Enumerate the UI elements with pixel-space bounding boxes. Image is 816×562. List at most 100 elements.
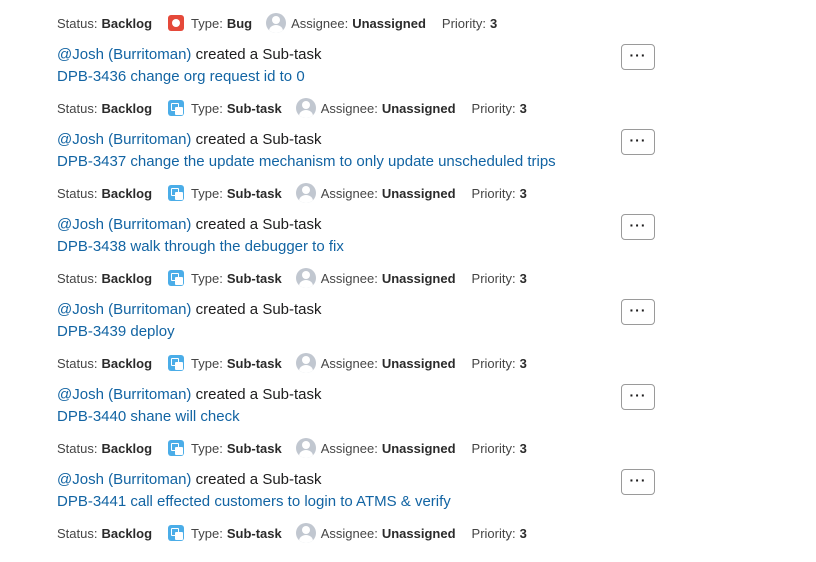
issue-link[interactable]: DPB-3439 deploy [57,321,175,343]
activity-header: @Josh (Burritoman) created a Sub-task [57,299,322,321]
issue-link[interactable]: DPB-3441 call effected customers to logi… [57,491,451,513]
assignee-label: Assignee: [320,440,378,456]
activity-header: @Josh (Burritoman) created a Sub-task [57,129,322,151]
priority-label: Priority: [471,525,516,541]
type-field: Type: Sub-task [168,525,282,541]
issue-meta-row: Status: Backlog Type: Sub-task Assignee:… [57,98,527,118]
activity-text: created a Sub-task [195,216,322,233]
activity-header: @Josh (Burritoman) created a Sub-task [57,44,322,66]
avatar-icon [295,183,316,203]
more-actions-button[interactable]: ··· [621,384,655,410]
user-mention-link[interactable]: @Josh (Burritoman) [57,131,191,148]
assignee-label: Assignee: [320,270,378,286]
type-label: Type: [191,15,223,31]
status-field: Status: Backlog [57,356,152,371]
priority-label: Priority: [471,440,516,456]
status-field: Status: Backlog [57,441,152,456]
assignee-value: Unassigned [381,100,456,116]
avatar-icon [295,523,316,543]
status-value: Backlog [101,100,153,116]
type-value: Sub-task [226,525,282,541]
assignee-label: Assignee: [320,355,378,371]
assignee-field: Assignee: Unassigned [295,98,456,118]
subtask-icon [168,270,185,286]
type-field: Type: Sub-task [168,185,282,201]
priority-value: 3 [519,440,527,456]
type-label: Type: [191,525,223,541]
assignee-field: Assignee: Unassigned [295,438,456,458]
status-label: Status: [57,15,98,31]
assignee-label: Assignee: [320,525,378,541]
more-actions-button[interactable]: ··· [621,469,655,495]
priority-value: 3 [519,185,527,201]
subtask-icon [168,185,185,201]
assignee-value: Unassigned [381,355,456,371]
status-value: Backlog [101,355,153,371]
more-actions-button[interactable]: ··· [621,214,655,240]
issue-meta-row: Status: Backlog Type: Sub-task Assignee:… [57,353,527,373]
user-mention-link[interactable]: @Josh (Burritoman) [57,471,191,488]
assignee-field: Assignee: Unassigned [266,13,426,33]
issue-meta-row: Status: Backlog Type: Sub-task Assignee:… [57,268,527,288]
more-actions-button[interactable]: ··· [621,129,655,155]
user-mention-link[interactable]: @Josh (Burritoman) [57,46,191,63]
status-value: Backlog [101,440,153,456]
issue-meta-row: Status: Backlog Type: Sub-task Assignee:… [57,438,527,458]
type-value: Sub-task [226,100,282,116]
priority-field: Priority: 3 [472,526,527,541]
status-value: Backlog [101,185,153,201]
priority-label: Priority: [471,270,516,286]
user-mention-link[interactable]: @Josh (Burritoman) [57,216,191,233]
status-field: Status: Backlog [57,16,152,31]
priority-field: Priority: 3 [472,186,527,201]
priority-field: Priority: 3 [472,356,527,371]
assignee-label: Assignee: [320,100,378,116]
status-field: Status: Backlog [57,186,152,201]
activity-feed: Status: Backlog Type: Bug Assignee: Unas… [0,0,816,562]
type-label: Type: [191,185,223,201]
assignee-field: Assignee: Unassigned [295,268,456,288]
avatar-icon [266,13,287,33]
priority-field: Priority: 3 [442,16,497,31]
type-label: Type: [191,355,223,371]
bug-icon [168,15,185,31]
more-actions-button[interactable]: ··· [621,299,655,325]
type-label: Type: [191,440,223,456]
avatar-icon [295,268,316,288]
issue-link[interactable]: DPB-3440 shane will check [57,406,240,428]
subtask-icon [168,355,185,371]
type-field: Type: Bug [168,15,252,31]
activity-header: @Josh (Burritoman) created a Sub-task [57,469,322,491]
status-label: Status: [57,270,98,286]
issue-link[interactable]: DPB-3437 change the update mechanism to … [57,151,556,173]
priority-label: Priority: [441,15,486,31]
subtask-icon [168,525,185,541]
assignee-field: Assignee: Unassigned [295,353,456,373]
issue-meta-row: Status: Backlog Type: Sub-task Assignee:… [57,183,527,203]
type-field: Type: Sub-task [168,355,282,371]
user-mention-link[interactable]: @Josh (Burritoman) [57,301,191,318]
avatar-icon [295,353,316,373]
type-field: Type: Sub-task [168,100,282,116]
status-value: Backlog [101,15,153,31]
activity-header: @Josh (Burritoman) created a Sub-task [57,214,322,236]
assignee-value: Unassigned [381,525,456,541]
assignee-value: Unassigned [381,440,456,456]
status-label: Status: [57,185,98,201]
avatar-icon [295,98,316,118]
priority-label: Priority: [471,185,516,201]
assignee-value: Unassigned [352,15,426,31]
status-label: Status: [57,440,98,456]
assignee-field: Assignee: Unassigned [295,523,456,543]
more-actions-button[interactable]: ··· [621,44,655,70]
priority-field: Priority: 3 [472,101,527,116]
activity-text: created a Sub-task [195,131,322,148]
activity-text: created a Sub-task [195,301,322,318]
user-mention-link[interactable]: @Josh (Burritoman) [57,386,191,403]
issue-link[interactable]: DPB-3438 walk through the debugger to fi… [57,236,344,258]
issue-meta-row: Status: Backlog Type: Sub-task Assignee:… [57,523,527,543]
status-field: Status: Backlog [57,526,152,541]
subtask-icon [168,440,185,456]
status-field: Status: Backlog [57,101,152,116]
issue-link[interactable]: DPB-3436 change org request id to 0 [57,66,305,88]
